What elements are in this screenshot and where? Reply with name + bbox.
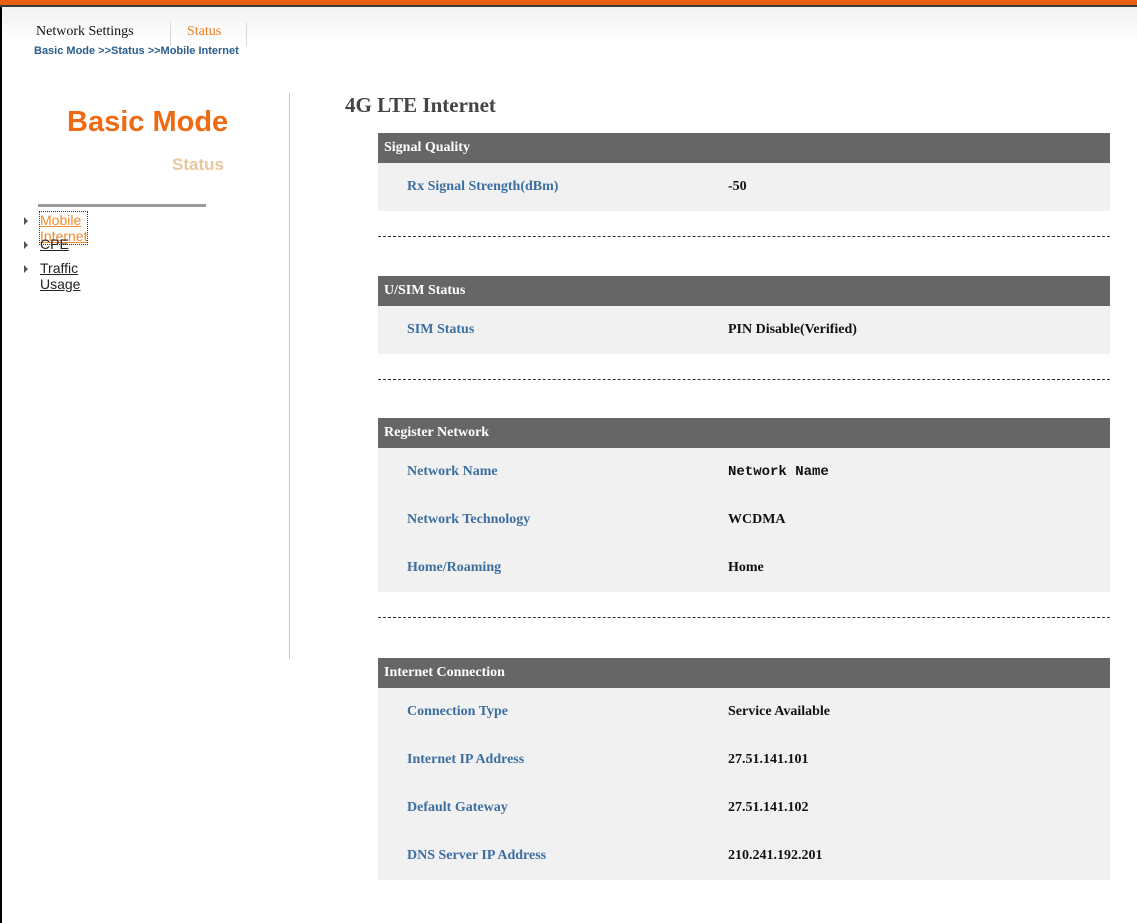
row-label: Rx Signal Strength(dBm)	[407, 179, 559, 194]
section-header: U/SIM Status	[378, 276, 1110, 306]
section-header: Signal Quality	[378, 133, 1110, 163]
tab-separator	[246, 22, 247, 46]
sidebar-title: Basic Mode	[67, 106, 229, 138]
tab-status[interactable]: Status	[187, 24, 221, 40]
section-divider	[378, 236, 1110, 237]
row-value: -50	[728, 179, 747, 194]
section-body: SIM Status PIN Disable(Verified)	[378, 306, 1110, 354]
info-row: DNS Server IP Address 210.241.192.201	[378, 832, 1110, 880]
row-label: Home/Roaming	[407, 560, 502, 575]
sidebar-item-label[interactable]: CPE	[40, 236, 69, 252]
info-row: SIM Status PIN Disable(Verified)	[378, 306, 1110, 354]
sidebar-subtitle: Status	[172, 155, 224, 174]
section-register-network: Register Network Network Name Network Na…	[378, 418, 1110, 592]
row-label: Network Technology	[407, 512, 531, 527]
row-label: SIM Status	[407, 322, 475, 337]
row-label: Network Name	[407, 464, 498, 479]
section-header: Register Network	[378, 418, 1110, 448]
info-row: Default Gateway 27.51.141.102	[378, 784, 1110, 832]
tab-separator	[170, 22, 171, 46]
section-usim-status: U/SIM Status SIM Status PIN Disable(Veri…	[378, 276, 1110, 354]
info-row: Network Technology WCDMA	[378, 496, 1110, 544]
caret-right-icon	[24, 241, 28, 249]
section-signal-quality: Signal Quality Rx Signal Strength(dBm) -…	[378, 133, 1110, 211]
sidebar-item-label[interactable]: Traffic Usage	[40, 260, 80, 292]
section-header: Internet Connection	[378, 658, 1110, 688]
info-row: Network Name Network Name	[378, 448, 1110, 496]
row-value: 210.241.192.201	[728, 848, 823, 863]
breadcrumb: Basic Mode >>Status >>Mobile Internet	[34, 45, 239, 57]
row-label: Default Gateway	[407, 800, 508, 815]
row-value: Service Available	[728, 704, 830, 719]
tab-network-settings[interactable]: Network Settings	[36, 24, 134, 40]
row-value: Network Name	[728, 464, 829, 480]
top-navigation: Network Settings Status	[2, 7, 1137, 46]
info-row: Connection Type Service Available	[378, 688, 1110, 736]
row-value: PIN Disable(Verified)	[728, 322, 857, 337]
row-value: Home	[728, 560, 764, 575]
info-row: Home/Roaming Home	[378, 544, 1110, 592]
row-value: 27.51.141.101	[728, 752, 809, 767]
page-title: 4G LTE Internet	[345, 93, 496, 117]
section-internet-connection: Internet Connection Connection Type Serv…	[378, 658, 1110, 880]
section-divider	[378, 379, 1110, 380]
info-row: Rx Signal Strength(dBm) -50	[378, 163, 1110, 211]
section-body: Rx Signal Strength(dBm) -50	[378, 163, 1110, 211]
sidebar-divider	[289, 93, 290, 659]
info-row: Internet IP Address 27.51.141.101	[378, 736, 1110, 784]
row-value: 27.51.141.102	[728, 800, 809, 815]
section-body: Network Name Network Name Network Techno…	[378, 448, 1110, 592]
sidebar-rule	[38, 204, 206, 207]
section-body: Connection Type Service Available Intern…	[378, 688, 1110, 880]
caret-right-icon	[24, 217, 28, 225]
row-label: Connection Type	[407, 704, 508, 719]
row-value: WCDMA	[728, 512, 786, 527]
row-label: Internet IP Address	[407, 752, 525, 767]
caret-right-icon	[24, 265, 28, 273]
row-label: DNS Server IP Address	[407, 848, 547, 863]
section-divider	[378, 617, 1110, 618]
